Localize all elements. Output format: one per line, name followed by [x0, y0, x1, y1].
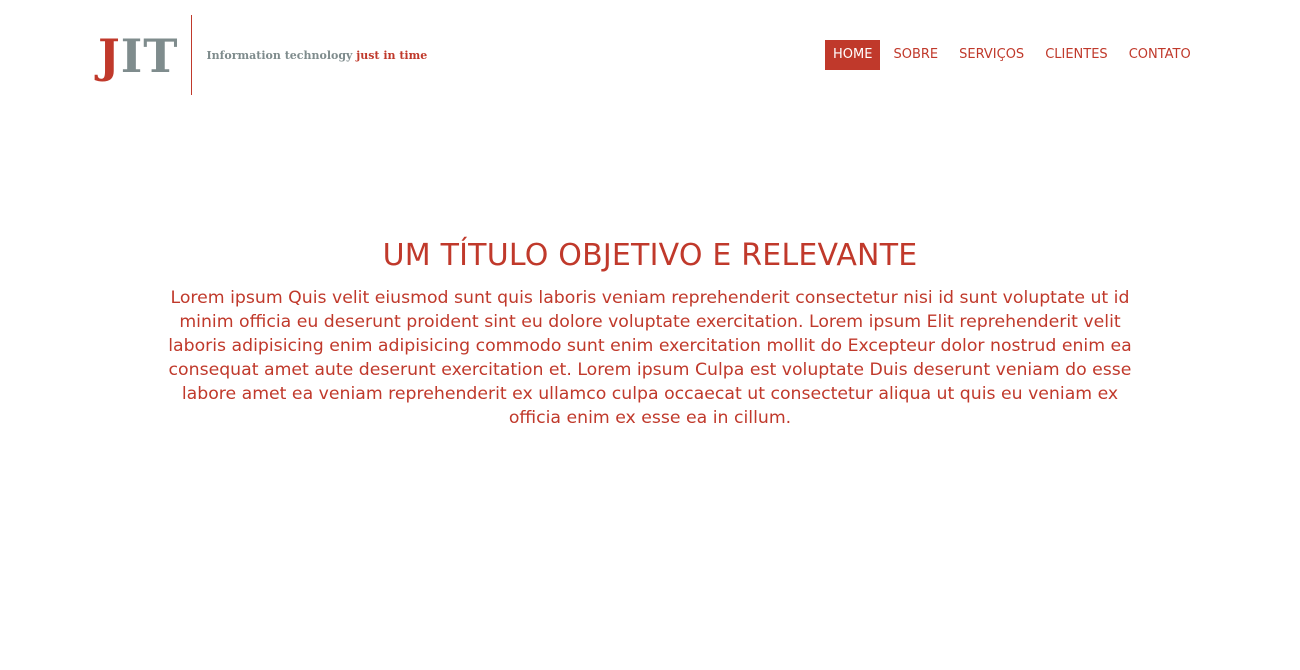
hero-title: UM TÍTULO OBJETIVO E RELEVANTE: [382, 238, 918, 273]
nav-item-servicos[interactable]: SERVIÇOS: [951, 40, 1032, 70]
site-logo[interactable]: J IT Information technology just in time: [98, 15, 427, 95]
logo-tagline: Information technology just in time: [207, 49, 428, 62]
hero-text: Lorem ipsum Quis velit eiusmod sunt quis…: [168, 288, 1132, 428]
site-header: J IT Information technology just in time …: [0, 0, 1300, 100]
nav-item-home[interactable]: HOME: [825, 40, 881, 70]
hero-section: UM TÍTULO OBJETIVO E RELEVANTE Lorem ips…: [150, 236, 1150, 430]
nav-item-contato[interactable]: CONTATO: [1121, 40, 1199, 70]
logo-letters-it: IT: [120, 29, 179, 83]
tagline-main: Information technology: [206, 48, 353, 62]
main-nav: HOME SOBRE SERVIÇOS CLIENTES CONTATO: [825, 40, 1204, 70]
logo-mark: J IT: [98, 31, 179, 79]
nav-item-sobre[interactable]: SOBRE: [885, 40, 946, 70]
tagline-accent: just in time: [356, 48, 428, 62]
logo-letter-j: J: [98, 29, 121, 83]
nav-item-clientes[interactable]: CLIENTES: [1037, 40, 1116, 70]
logo-divider: [190, 15, 192, 95]
